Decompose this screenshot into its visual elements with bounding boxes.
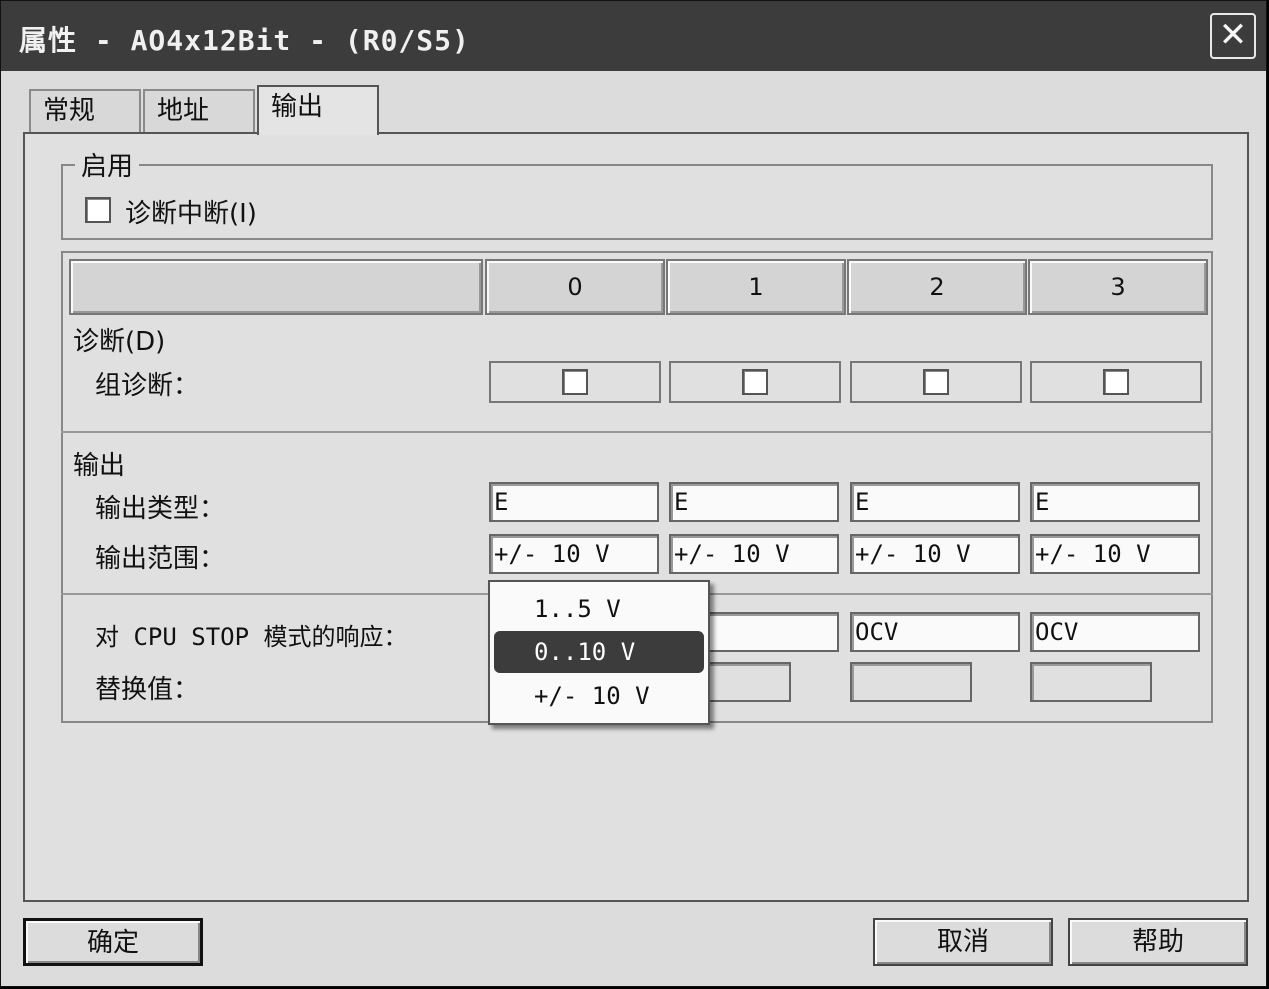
output-type-field-2[interactable]: E: [850, 482, 1020, 522]
diagnostics-section-label: 诊断(D): [73, 327, 166, 357]
diag-interrupt-checkbox[interactable]: [85, 197, 111, 223]
cpu-stop-response-field-2[interactable]: OCV: [850, 612, 1020, 652]
dropdown-option-selected[interactable]: 0..10 V: [494, 631, 704, 673]
output-range-field-0[interactable]: +/- 10 V: [489, 534, 659, 574]
close-icon: ✕: [1218, 15, 1248, 55]
dropdown-option[interactable]: 1..5 V: [494, 588, 704, 630]
tab-address[interactable]: 地址: [143, 89, 255, 133]
header-channel-0[interactable]: 0: [485, 259, 665, 315]
tab-label: 地址: [157, 96, 210, 126]
help-button[interactable]: 帮助: [1068, 918, 1248, 966]
cancel-button[interactable]: 取消: [873, 918, 1053, 966]
close-button[interactable]: ✕: [1210, 13, 1256, 59]
group-diag-checkbox-3[interactable]: [1103, 369, 1129, 395]
output-type-field-1[interactable]: E: [669, 482, 839, 522]
output-range-field-1[interactable]: +/- 10 V: [669, 534, 839, 574]
diag-interrupt-label: 诊断中断(I): [125, 199, 257, 229]
output-range-label: 输出范围：: [95, 544, 226, 574]
substitute-value-field-3[interactable]: [1030, 662, 1152, 702]
tab-output[interactable]: 输出: [257, 85, 379, 135]
output-type-field-3[interactable]: E: [1030, 482, 1200, 522]
substitute-value-label: 替换值：: [95, 675, 200, 705]
group-diag-checkbox-1[interactable]: [742, 369, 768, 395]
tab-general[interactable]: 常规: [29, 89, 141, 133]
tab-label: 常规: [43, 96, 96, 126]
output-range-field-3[interactable]: +/- 10 V: [1030, 534, 1200, 574]
dropdown-option[interactable]: +/- 10 V: [494, 675, 704, 717]
window-title: 属性 - AO4x12Bit - (R0/S5): [19, 24, 470, 57]
ok-button[interactable]: 确定: [23, 918, 203, 966]
group-diag-checkbox-2[interactable]: [923, 369, 949, 395]
section-divider: [61, 431, 1213, 433]
output-section-label: 输出: [73, 451, 126, 481]
output-type-field-0[interactable]: E: [489, 482, 659, 522]
header-channel-1[interactable]: 1: [666, 259, 846, 315]
enable-group-legend: 启用: [75, 146, 140, 183]
header-blank: [69, 259, 483, 315]
group-diag-label: 组诊断：: [95, 371, 200, 401]
properties-dialog: 属性 - AO4x12Bit - (R0/S5) ✕ 常规 地址 输出 启用 诊…: [0, 0, 1267, 987]
header-channel-3[interactable]: 3: [1028, 259, 1208, 315]
output-type-label: 输出类型：: [95, 494, 226, 524]
header-channel-2[interactable]: 2: [847, 259, 1027, 315]
substitute-value-field-2[interactable]: [850, 662, 972, 702]
cpu-stop-response-field-3[interactable]: OCV: [1030, 612, 1200, 652]
title-bar: 属性 - AO4x12Bit - (R0/S5) ✕: [1, 1, 1266, 71]
output-range-field-2[interactable]: +/- 10 V: [850, 534, 1020, 574]
tab-label: 输出: [271, 92, 324, 122]
output-range-dropdown[interactable]: 1..5 V 0..10 V +/- 10 V: [488, 580, 710, 725]
cpu-stop-response-label: 对 CPU STOP 模式的响应：: [95, 623, 408, 651]
group-diag-checkbox-0[interactable]: [562, 369, 588, 395]
